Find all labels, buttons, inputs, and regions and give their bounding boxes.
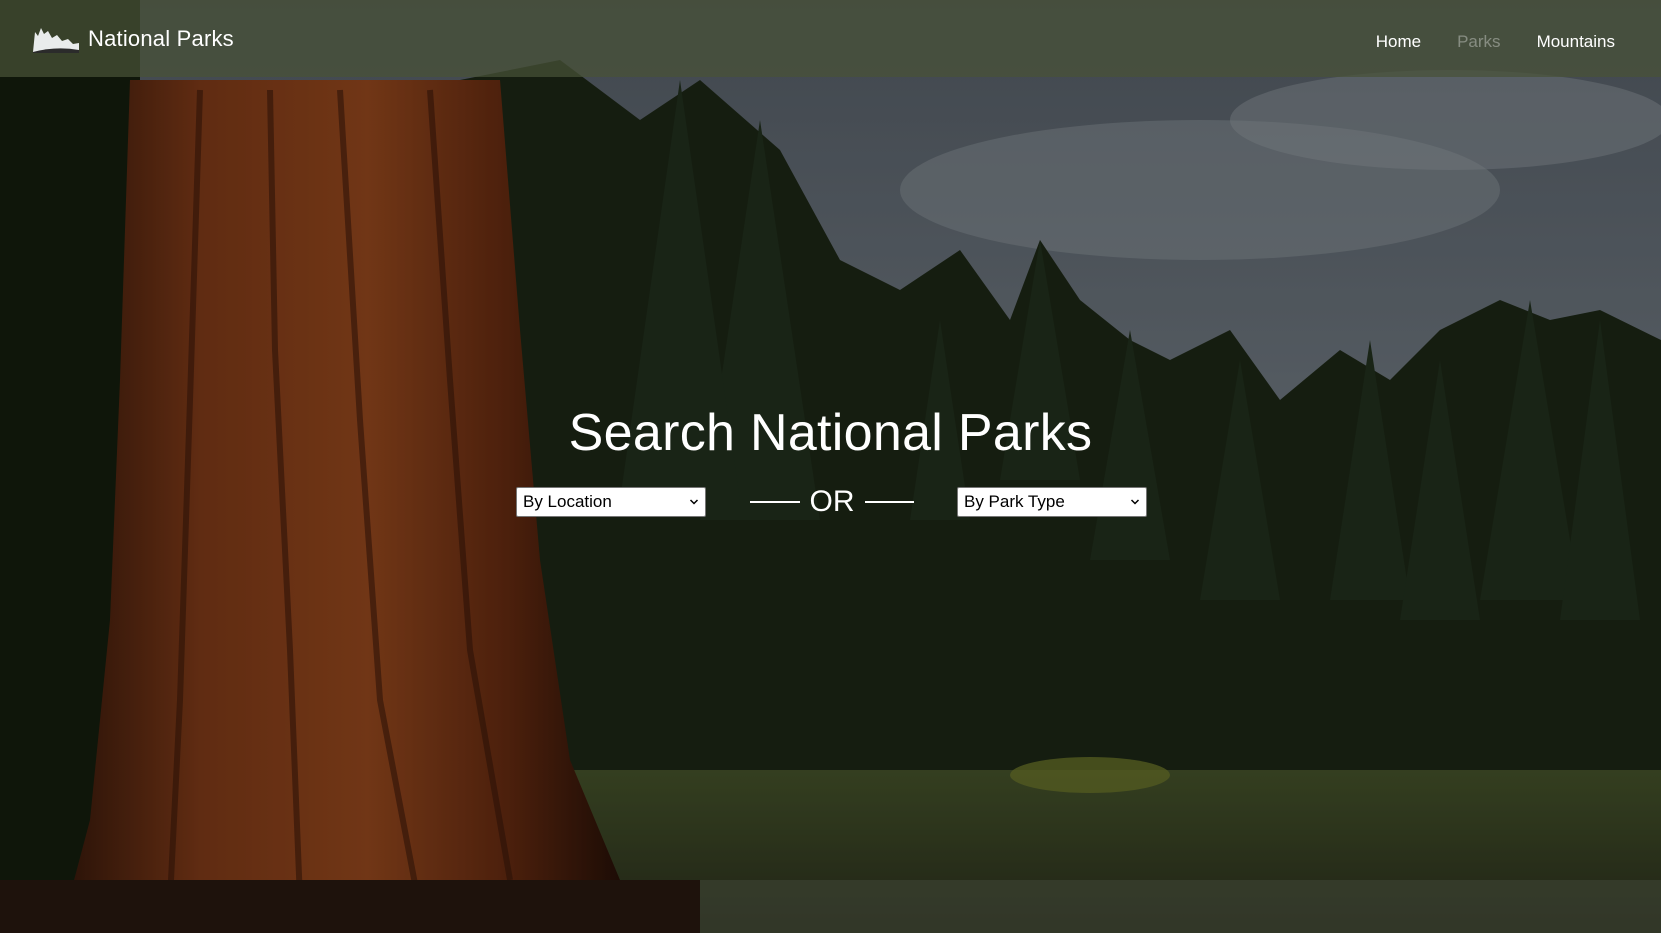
search-controls: By Location OR By Park Type [516,485,1148,519]
nav-link-home[interactable]: Home [1376,32,1421,52]
chevron-down-icon [689,499,699,505]
park-type-select[interactable]: By Park Type [957,487,1147,517]
background-dim-overlay [0,0,1661,933]
top-navbar: National Parks Home Parks Mountains [0,0,1661,77]
nav-links: Home Parks Mountains [1376,26,1629,52]
brand-link[interactable]: National Parks [32,22,234,56]
chevron-down-icon [1130,499,1140,505]
brand-name: National Parks [88,25,234,51]
hero-title: Search National Parks [568,404,1093,462]
divider-line-right [864,501,914,503]
page: National Parks Home Parks Mountains Sear… [0,0,1661,933]
park-type-select-value: By Park Type [964,492,1065,511]
location-select-value: By Location [523,492,612,511]
or-text: OR [809,485,855,518]
divider-line-left [750,501,800,503]
nav-link-parks[interactable]: Parks [1457,32,1500,52]
location-select[interactable]: By Location [516,487,706,517]
or-divider: OR [750,483,914,521]
nav-link-mountains[interactable]: Mountains [1537,32,1615,52]
mountain-silhouette-icon [33,27,79,53]
